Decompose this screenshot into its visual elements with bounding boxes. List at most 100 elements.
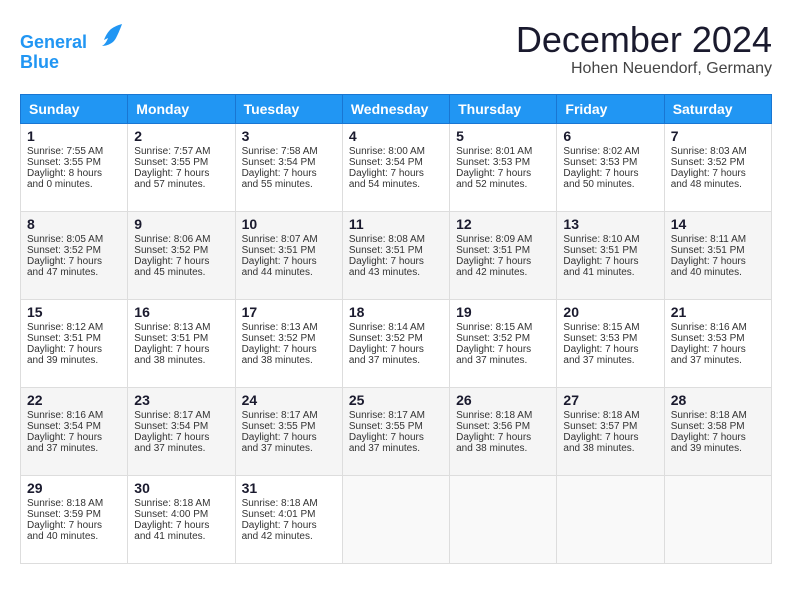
table-row: 22 Sunrise: 8:16 AM Sunset: 3:54 PM Dayl…: [21, 387, 128, 475]
sunset-label: Sunset: 3:52 PM: [134, 245, 208, 256]
daylight-label: Daylight: 7 hours and 52 minutes.: [456, 168, 531, 190]
daylight-label: Daylight: 7 hours and 37 minutes.: [671, 344, 746, 366]
day-number: 30: [134, 480, 228, 496]
table-row: 14 Sunrise: 8:11 AM Sunset: 3:51 PM Dayl…: [664, 211, 771, 299]
daylight-label: Daylight: 7 hours and 37 minutes.: [563, 344, 638, 366]
sunrise-label: Sunrise: 8:08 AM: [349, 234, 425, 245]
table-row: [342, 475, 449, 563]
calendar-week-2: 8 Sunrise: 8:05 AM Sunset: 3:52 PM Dayli…: [21, 211, 772, 299]
sunset-label: Sunset: 3:54 PM: [349, 157, 423, 168]
sunrise-label: Sunrise: 8:12 AM: [27, 322, 103, 333]
calendar-week-1: 1 Sunrise: 7:55 AM Sunset: 3:55 PM Dayli…: [21, 123, 772, 211]
sunrise-label: Sunrise: 8:18 AM: [27, 498, 103, 509]
table-row: [450, 475, 557, 563]
sunset-label: Sunset: 3:54 PM: [27, 421, 101, 432]
sunrise-label: Sunrise: 8:17 AM: [349, 410, 425, 421]
daylight-label: Daylight: 7 hours and 50 minutes.: [563, 168, 638, 190]
daylight-label: Daylight: 7 hours and 41 minutes.: [134, 520, 209, 542]
sunset-label: Sunset: 3:51 PM: [563, 245, 637, 256]
calendar-week-3: 15 Sunrise: 8:12 AM Sunset: 3:51 PM Dayl…: [21, 299, 772, 387]
daylight-label: Daylight: 7 hours and 39 minutes.: [27, 344, 102, 366]
daylight-label: Daylight: 7 hours and 37 minutes.: [134, 432, 209, 454]
table-row: 15 Sunrise: 8:12 AM Sunset: 3:51 PM Dayl…: [21, 299, 128, 387]
table-row: 6 Sunrise: 8:02 AM Sunset: 3:53 PM Dayli…: [557, 123, 664, 211]
day-number: 14: [671, 216, 765, 232]
table-row: 21 Sunrise: 8:16 AM Sunset: 3:53 PM Dayl…: [664, 299, 771, 387]
sunset-label: Sunset: 3:59 PM: [27, 509, 101, 520]
sunset-label: Sunset: 3:55 PM: [27, 157, 101, 168]
sunrise-label: Sunrise: 7:58 AM: [242, 146, 318, 157]
table-row: 17 Sunrise: 8:13 AM Sunset: 3:52 PM Dayl…: [235, 299, 342, 387]
day-number: 24: [242, 392, 336, 408]
sunset-label: Sunset: 3:56 PM: [456, 421, 530, 432]
sunset-label: Sunset: 3:53 PM: [671, 333, 745, 344]
sunrise-label: Sunrise: 8:17 AM: [242, 410, 318, 421]
table-row: 10 Sunrise: 8:07 AM Sunset: 3:51 PM Dayl…: [235, 211, 342, 299]
sunset-label: Sunset: 3:54 PM: [242, 157, 316, 168]
day-number: 12: [456, 216, 550, 232]
daylight-label: Daylight: 7 hours and 41 minutes.: [563, 256, 638, 278]
sunset-label: Sunset: 3:54 PM: [134, 421, 208, 432]
sunrise-label: Sunrise: 8:18 AM: [456, 410, 532, 421]
table-row: 20 Sunrise: 8:15 AM Sunset: 3:53 PM Dayl…: [557, 299, 664, 387]
sunset-label: Sunset: 3:53 PM: [456, 157, 530, 168]
day-number: 16: [134, 304, 228, 320]
page-header: General Blue December 2024 Hohen Neuendo…: [20, 20, 772, 78]
daylight-label: Daylight: 7 hours and 44 minutes.: [242, 256, 317, 278]
header-tuesday: Tuesday: [235, 94, 342, 123]
table-row: 16 Sunrise: 8:13 AM Sunset: 3:51 PM Dayl…: [128, 299, 235, 387]
table-row: 23 Sunrise: 8:17 AM Sunset: 3:54 PM Dayl…: [128, 387, 235, 475]
sunset-label: Sunset: 3:52 PM: [27, 245, 101, 256]
sunrise-label: Sunrise: 8:06 AM: [134, 234, 210, 245]
table-row: 25 Sunrise: 8:17 AM Sunset: 3:55 PM Dayl…: [342, 387, 449, 475]
table-row: 12 Sunrise: 8:09 AM Sunset: 3:51 PM Dayl…: [450, 211, 557, 299]
calendar-week-4: 22 Sunrise: 8:16 AM Sunset: 3:54 PM Dayl…: [21, 387, 772, 475]
table-row: 27 Sunrise: 8:18 AM Sunset: 3:57 PM Dayl…: [557, 387, 664, 475]
header-monday: Monday: [128, 94, 235, 123]
table-row: 19 Sunrise: 8:15 AM Sunset: 3:52 PM Dayl…: [450, 299, 557, 387]
sunset-label: Sunset: 3:52 PM: [456, 333, 530, 344]
day-number: 15: [27, 304, 121, 320]
sunrise-label: Sunrise: 8:18 AM: [242, 498, 318, 509]
daylight-label: Daylight: 7 hours and 37 minutes.: [456, 344, 531, 366]
header-thursday: Thursday: [450, 94, 557, 123]
sunrise-label: Sunrise: 8:05 AM: [27, 234, 103, 245]
sunrise-label: Sunrise: 8:13 AM: [134, 322, 210, 333]
header-saturday: Saturday: [664, 94, 771, 123]
daylight-label: Daylight: 7 hours and 37 minutes.: [349, 344, 424, 366]
sunrise-label: Sunrise: 7:55 AM: [27, 146, 103, 157]
day-number: 25: [349, 392, 443, 408]
sunset-label: Sunset: 3:52 PM: [242, 333, 316, 344]
daylight-label: Daylight: 7 hours and 40 minutes.: [671, 256, 746, 278]
sunset-label: Sunset: 4:01 PM: [242, 509, 316, 520]
daylight-label: Daylight: 7 hours and 39 minutes.: [671, 432, 746, 454]
day-number: 31: [242, 480, 336, 496]
day-number: 19: [456, 304, 550, 320]
day-number: 23: [134, 392, 228, 408]
daylight-label: Daylight: 7 hours and 40 minutes.: [27, 520, 102, 542]
sunrise-label: Sunrise: 8:03 AM: [671, 146, 747, 157]
table-row: 4 Sunrise: 8:00 AM Sunset: 3:54 PM Dayli…: [342, 123, 449, 211]
day-number: 10: [242, 216, 336, 232]
sunset-label: Sunset: 3:52 PM: [671, 157, 745, 168]
daylight-label: Daylight: 7 hours and 42 minutes.: [242, 520, 317, 542]
day-number: 22: [27, 392, 121, 408]
sunrise-label: Sunrise: 7:57 AM: [134, 146, 210, 157]
sunset-label: Sunset: 3:51 PM: [671, 245, 745, 256]
sunset-label: Sunset: 3:51 PM: [134, 333, 208, 344]
day-number: 9: [134, 216, 228, 232]
table-row: 2 Sunrise: 7:57 AM Sunset: 3:55 PM Dayli…: [128, 123, 235, 211]
table-row: 8 Sunrise: 8:05 AM Sunset: 3:52 PM Dayli…: [21, 211, 128, 299]
day-number: 21: [671, 304, 765, 320]
day-number: 28: [671, 392, 765, 408]
calendar-week-5: 29 Sunrise: 8:18 AM Sunset: 3:59 PM Dayl…: [21, 475, 772, 563]
sunrise-label: Sunrise: 8:18 AM: [563, 410, 639, 421]
daylight-label: Daylight: 7 hours and 42 minutes.: [456, 256, 531, 278]
sunset-label: Sunset: 3:55 PM: [134, 157, 208, 168]
day-number: 20: [563, 304, 657, 320]
title-block: December 2024 Hohen Neuendorf, Germany: [516, 20, 772, 78]
daylight-label: Daylight: 7 hours and 54 minutes.: [349, 168, 424, 190]
sunrise-label: Sunrise: 8:00 AM: [349, 146, 425, 157]
sunrise-label: Sunrise: 8:15 AM: [456, 322, 532, 333]
sunrise-label: Sunrise: 8:13 AM: [242, 322, 318, 333]
